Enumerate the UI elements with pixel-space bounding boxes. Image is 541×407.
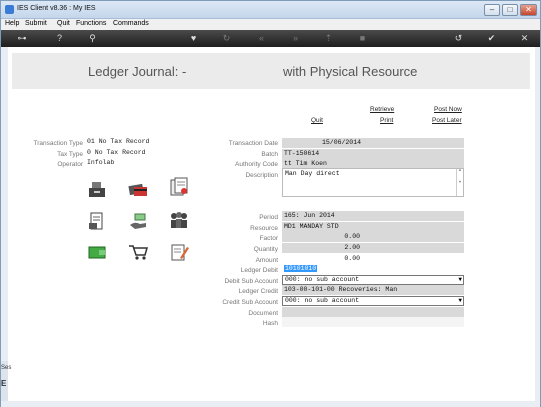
page-banner: Ledger Journal: - with Physical Resource [12, 53, 530, 89]
side-panel-top-label: Ses [1, 365, 12, 371]
menu-bar: Help Submit Quit Functions Commands [1, 19, 540, 30]
post-later-link[interactable]: Post Later [432, 117, 462, 124]
description-label: Description [245, 172, 278, 179]
last-page-icon[interactable]: » [290, 33, 301, 44]
ledger-debit-label: Ledger Debit [240, 267, 278, 274]
ledger-debit-value: 10101010 [284, 265, 318, 272]
maximize-button[interactable]: □ [502, 4, 518, 16]
heart-icon[interactable]: ♥ [188, 33, 199, 44]
first-page-icon[interactable]: « [256, 33, 267, 44]
help-icon[interactable]: ? [54, 33, 65, 44]
factor-label: Factor [259, 235, 278, 242]
hand-money-icon[interactable] [127, 211, 149, 231]
authority-code-label: Authority Code [235, 161, 278, 168]
chevron-down-icon: ▼ [458, 297, 462, 304]
period-label: Period [259, 214, 278, 221]
factor-field[interactable]: 0.00 [282, 232, 464, 242]
debit-sub-account-select[interactable]: 000: no sub account ▼ [282, 275, 464, 285]
transaction-type-value: 01 No Tax Record [87, 138, 150, 145]
operator-label: Operator [57, 161, 83, 168]
resource-field[interactable]: MD1 MANDAY STD [282, 222, 464, 232]
tax-type-value: 0 No Tax Record [87, 149, 146, 156]
search-icon[interactable]: ⚲ [87, 33, 98, 44]
batch-field[interactable]: TT-150614 [282, 149, 464, 159]
debit-sub-account-label: Debit Sub Account [224, 278, 278, 285]
documents-icon[interactable] [168, 177, 190, 197]
credit-cards-icon[interactable] [127, 179, 149, 199]
document-label: Document [248, 310, 278, 317]
hash-field[interactable] [282, 317, 464, 327]
side-panel: Ses E [1, 361, 12, 401]
chevron-down-icon: ▼ [458, 276, 462, 283]
credit-sub-account-value: 000: no sub account [285, 297, 360, 304]
quantity-field[interactable]: 2.00 [282, 243, 464, 253]
resource-label: Resource [250, 225, 278, 232]
app-window: IES Client v8.36 : My IES – □ ✕ Help Sub… [0, 0, 541, 407]
people-icon[interactable] [168, 210, 190, 230]
page-subtitle: with Physical Resource [283, 64, 418, 79]
quit-link[interactable]: Quit [311, 117, 323, 124]
batch-label: Batch [261, 151, 278, 158]
retrieve-link[interactable]: Retrieve [370, 106, 394, 113]
transaction-date-label: Transaction Date [228, 140, 278, 147]
check-icon[interactable]: ✔ [486, 33, 497, 44]
title-bar: IES Client v8.36 : My IES – □ ✕ [1, 1, 540, 19]
cash-register-icon[interactable] [86, 179, 108, 199]
print-link[interactable]: Print [380, 117, 393, 124]
refresh-icon[interactable]: ↻ [221, 33, 232, 44]
stop-icon[interactable]: ■ [357, 33, 368, 44]
period-field[interactable]: 165: Jun 2014 [282, 211, 464, 221]
menu-quit[interactable]: Quit [57, 20, 70, 27]
transaction-type-label: Transaction Type [33, 140, 84, 147]
amount-field[interactable]: 0.00 [282, 254, 464, 264]
transaction-date-field[interactable]: 15/06/2014 [282, 138, 464, 148]
ledger-credit-field[interactable]: 103-00-101-00 Recoveries: Man [282, 285, 464, 295]
quantity-label: Quantity [253, 246, 278, 253]
side-panel-bottom-label: E [1, 379, 7, 388]
wallet-icon[interactable] [86, 242, 108, 262]
toolbar: ⊶ ? ⚲ ♥ ↻ « » ⇡ ■ ↺ ✔ ✕ [1, 30, 540, 47]
app-icon [5, 5, 14, 14]
page-title: Ledger Journal: - [88, 64, 187, 79]
description-text: Man Day direct [285, 170, 340, 177]
document-field[interactable] [282, 307, 464, 317]
amount-label: Amount [255, 257, 278, 264]
minimize-button[interactable]: – [484, 4, 500, 16]
close-window-button[interactable]: ✕ [520, 4, 537, 16]
upload-icon[interactable]: ⇡ [323, 33, 334, 44]
operator-value: Infolab [87, 159, 115, 166]
menu-help[interactable]: Help [5, 20, 19, 27]
credit-sub-account-label: Credit Sub Account [222, 299, 278, 306]
receipt-icon[interactable] [86, 211, 108, 231]
menu-commands[interactable]: Commands [113, 20, 149, 27]
menu-functions[interactable]: Functions [76, 20, 106, 27]
status-bar [1, 401, 540, 407]
hash-label: Hash [262, 320, 278, 327]
edit-document-icon[interactable] [168, 242, 190, 262]
description-scrollbar[interactable]: ▲ ▼ [456, 169, 463, 196]
window-title: IES Client v8.36 : My IES [17, 5, 96, 12]
cart-icon[interactable] [127, 242, 149, 262]
debit-sub-account-value: 000: no sub account [285, 276, 360, 283]
menu-submit[interactable]: Submit [25, 20, 47, 27]
post-now-link[interactable]: Post Now [434, 106, 462, 113]
ledger-credit-label: Ledger Credit [238, 288, 278, 295]
ledger-debit-field[interactable]: 10101010 [282, 264, 464, 274]
credit-sub-account-select[interactable]: 000: no sub account ▼ [282, 296, 464, 306]
tax-type-label: Tax Type [57, 151, 83, 158]
key-icon[interactable]: ⊶ [11, 33, 33, 44]
close-icon[interactable]: ✕ [519, 33, 530, 44]
reload-icon[interactable]: ↺ [453, 33, 464, 44]
description-field[interactable]: Man Day direct ▲ ▼ [282, 168, 464, 197]
